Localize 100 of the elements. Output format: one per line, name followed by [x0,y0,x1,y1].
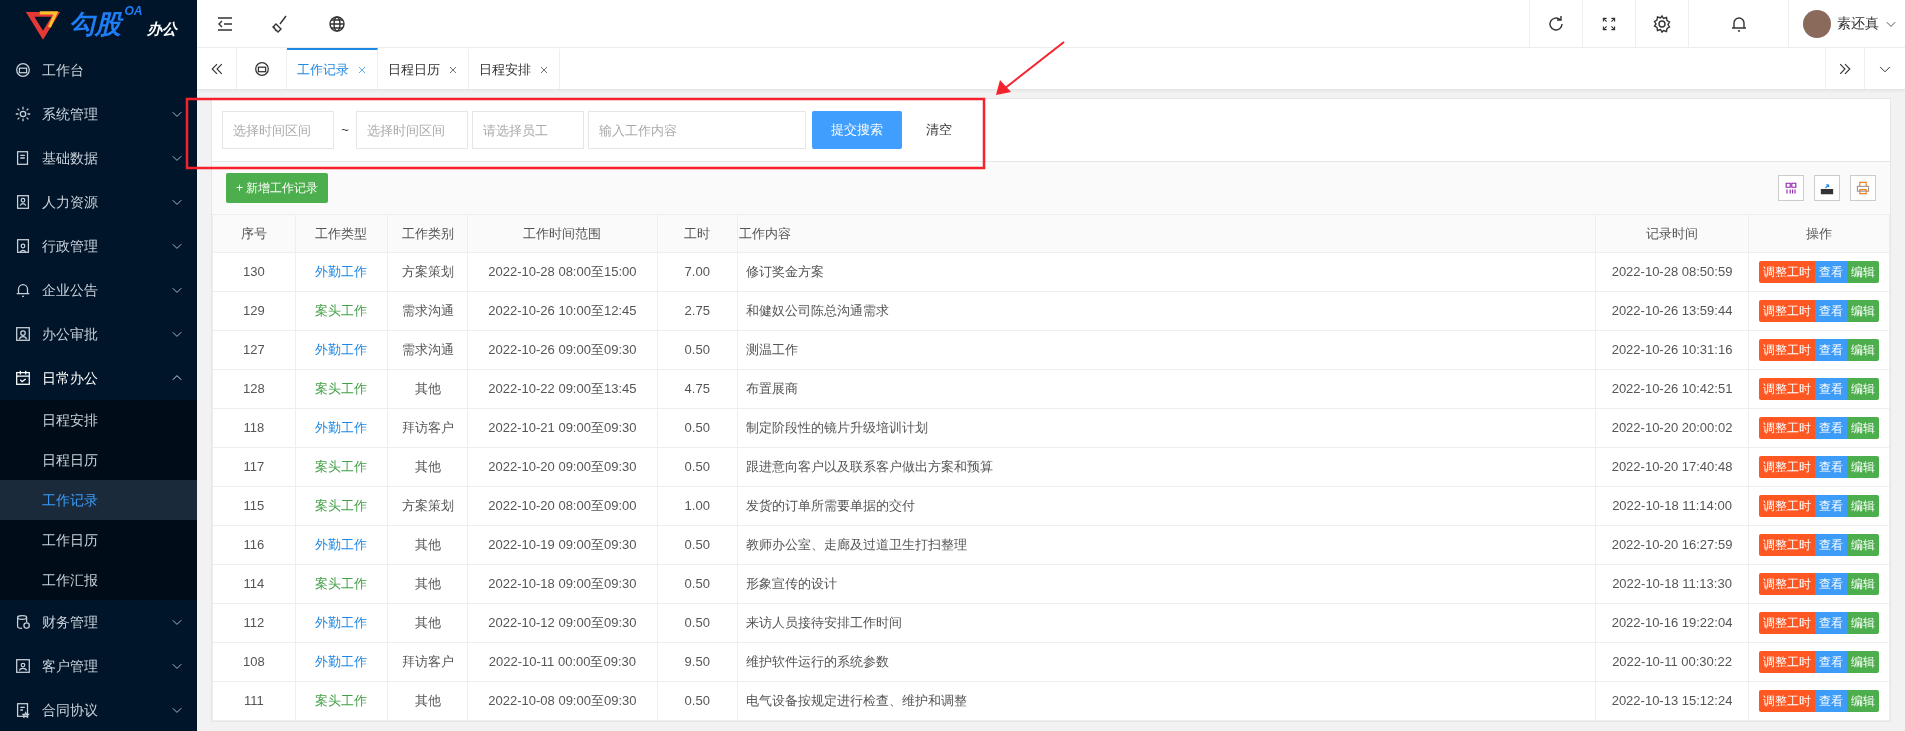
table-cell: 2022-10-26 10:00至12:45 [467,291,658,331]
adjust-hours-button[interactable]: 调整工时 [1759,378,1816,400]
date-field[interactable]: 选择时间区间 [356,111,469,149]
table-cell: 129 [212,291,296,331]
sidebar-subitem[interactable]: 工作汇报 [0,560,197,600]
adjust-hours-button[interactable]: 调整工时 [1759,261,1816,283]
table-cell: 0.50 [657,447,738,487]
close-icon[interactable] [539,64,549,75]
settings-icon[interactable] [1652,13,1672,34]
sidebar-item[interactable]: 人力资源 [0,180,197,224]
fullscreen-icon[interactable] [1601,15,1617,32]
view-button[interactable]: 查看 [1815,378,1848,400]
adjust-hours-button[interactable]: 调整工时 [1759,573,1816,595]
edit-button[interactable]: 编辑 [1847,300,1880,322]
add-button[interactable]: + 新增工作记录 [226,173,329,203]
table-cell: 2022-10-18 09:00至09:30 [467,564,658,604]
edit-button[interactable]: 编辑 [1847,495,1880,517]
edit-button[interactable]: 编辑 [1847,339,1880,361]
adjust-hours-button[interactable]: 调整工时 [1759,612,1816,634]
edit-button[interactable]: 编辑 [1847,378,1880,400]
dashboard-icon [14,61,32,79]
columns-icon[interactable] [1783,180,1799,196]
sidebar-item[interactable]: 财务管理 [0,600,197,644]
close-icon[interactable] [448,64,458,75]
clear-button[interactable]: 清空 [906,111,973,149]
sidebar-item[interactable]: 办公审批 [0,312,197,356]
table-cell: 2022-10-18 11:14:00 [1595,486,1749,526]
table-cell: 2022-10-20 16:27:59 [1595,525,1749,565]
adjust-hours-button[interactable]: 调整工时 [1759,456,1816,478]
view-button[interactable]: 查看 [1815,300,1848,322]
table-cell: 2022-10-26 10:31:16 [1595,330,1749,370]
edit-button[interactable]: 编辑 [1847,651,1880,673]
sidebar-item[interactable]: 日常办公 [0,356,197,400]
person-card-icon [14,237,32,255]
work-type: 案头工作 [295,447,388,487]
sidebar-subitem[interactable]: 工作记录 [0,480,197,520]
view-button[interactable]: 查看 [1815,456,1848,478]
printer-icon[interactable] [1855,180,1871,196]
work-type: 外勤工作 [295,603,388,643]
table-cell: 0.50 [657,603,738,643]
person-card-icon [14,657,32,675]
table-cell: 其他 [387,369,468,409]
sidebar-subitem[interactable]: 日程安排 [0,400,197,440]
adjust-hours-button[interactable]: 调整工时 [1759,534,1816,556]
page-tab[interactable]: 日程日历 [378,48,469,89]
submit-button[interactable]: 提交搜索 [812,111,903,149]
adjust-hours-button[interactable]: 调整工时 [1759,651,1816,673]
edit-button[interactable]: 编辑 [1847,690,1880,712]
sidebar-item[interactable]: 企业公告 [0,268,197,312]
view-button[interactable]: 查看 [1815,339,1848,361]
sidebar-item[interactable]: 基础数据 [0,136,197,180]
page-tab[interactable]: 日程安排 [469,48,560,89]
sidebar-subitem[interactable]: 工作日历 [0,520,197,560]
edit-button[interactable]: 编辑 [1847,534,1880,556]
table-cell: 128 [212,369,296,409]
table-cell: 2022-10-22 09:00至13:45 [467,369,658,409]
refresh-icon[interactable] [1546,13,1566,34]
globe-icon[interactable] [327,13,347,34]
column-header: 工作内容 [737,214,1596,253]
table-cell: 测温工作 [737,330,1596,370]
user-name[interactable]: 素还真 [1837,13,1879,34]
table-cell: 114 [212,564,296,604]
view-button[interactable]: 查看 [1815,690,1848,712]
view-button[interactable]: 查看 [1815,534,1848,556]
table-cell: 2022-10-21 09:00至09:30 [467,408,658,448]
sidebar-item[interactable]: 系统管理 [0,92,197,136]
table-cell: 其他 [387,603,468,643]
sidebar-item[interactable]: 工作台 [0,48,197,92]
view-button[interactable]: 查看 [1815,651,1848,673]
page-tab[interactable]: 工作记录 [287,48,378,89]
edit-button[interactable]: 编辑 [1847,261,1880,283]
employee-select[interactable]: 请选择员工 [472,111,585,149]
bell-icon [14,281,32,299]
adjust-hours-button[interactable]: 调整工时 [1759,495,1816,517]
adjust-hours-button[interactable]: 调整工时 [1759,300,1816,322]
view-button[interactable]: 查看 [1815,495,1848,517]
table-cell: 7.00 [657,252,738,292]
table-cell: 其他 [387,681,468,721]
column-header: 工作类型 [295,214,388,253]
table-cell: 2022-10-08 09:00至09:30 [467,681,658,721]
edit-button[interactable]: 编辑 [1847,456,1880,478]
edit-button[interactable]: 编辑 [1847,417,1880,439]
adjust-hours-button[interactable]: 调整工时 [1759,339,1816,361]
adjust-hours-button[interactable]: 调整工时 [1759,690,1816,712]
search-field[interactable]: 输入工作内容 [588,111,807,149]
work-type: 外勤工作 [295,252,388,292]
avatar[interactable] [1803,9,1831,38]
sidebar-subitem[interactable]: 日程日历 [0,440,197,480]
adjust-hours-button[interactable]: 调整工时 [1759,417,1816,439]
sidebar-item[interactable]: 合同协议 [0,688,197,731]
edit-button[interactable]: 编辑 [1847,612,1880,634]
date-field[interactable]: 选择时间区间 [222,111,334,149]
view-button[interactable]: 查看 [1815,573,1848,595]
view-button[interactable]: 查看 [1815,261,1848,283]
view-button[interactable]: 查看 [1815,417,1848,439]
sidebar-item[interactable]: 行政管理 [0,224,197,268]
table-cell: 112 [212,603,296,643]
view-button[interactable]: 查看 [1815,612,1848,634]
edit-button[interactable]: 编辑 [1847,573,1880,595]
sidebar-item[interactable]: 客户管理 [0,644,197,688]
